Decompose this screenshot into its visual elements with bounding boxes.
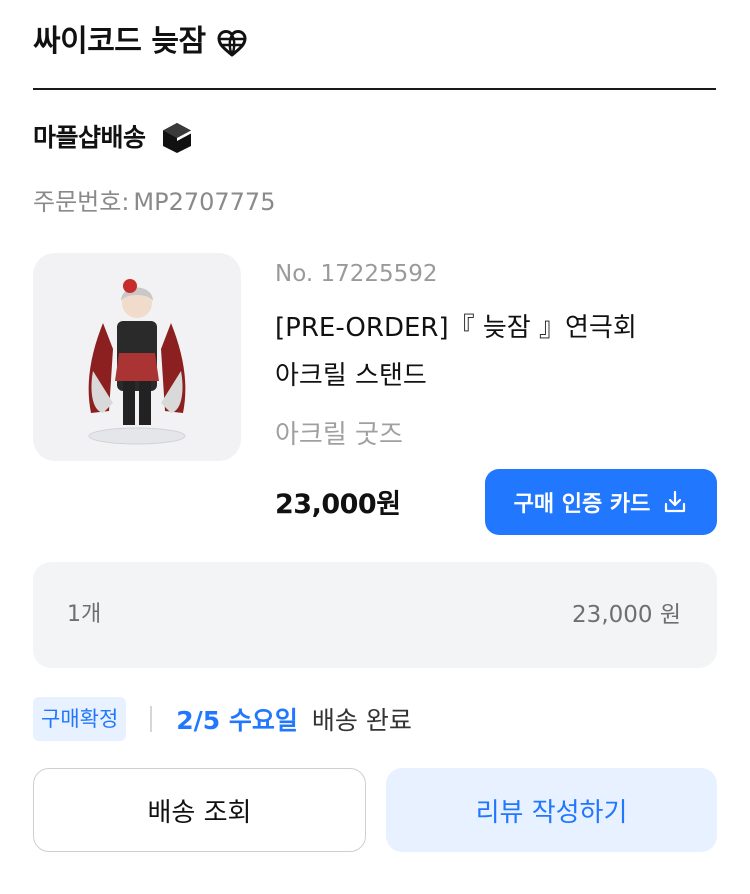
status-badge: 구매확정 [33,697,127,741]
purchase-card-label: 구매 인증 카드 [513,492,651,517]
product-price: 23,000원 [275,489,401,520]
product-title-line1: [PRE-ORDER]『 늦잠 』연극회 [275,313,637,343]
product-title[interactable]: [PRE-ORDER]『 늦잠 』연극회 아크릴 스탠드 [275,304,695,400]
order-status-row: 구매확정 2/5 수요일 배송 완료 [33,696,412,742]
total-price: 23,000 원 [572,602,681,628]
heart-globe-icon [217,30,247,57]
acrylic-stand-image [88,279,186,445]
quantity: 1개 [67,602,102,627]
product-title-line2: 아크릴 스탠드 [275,361,427,391]
delivery-status: 배송 완료 [311,706,412,735]
product-category: 아크릴 굿즈 [275,420,403,450]
shipping-row: 마플샵배송 [33,118,194,158]
shop-header: 싸이코드 늦잠 [33,20,716,90]
status-divider [150,706,153,732]
product-thumbnail[interactable] [33,253,241,461]
order-number-label: 주문번호: [33,188,130,216]
delivery-date: 2/5 수요일 [176,706,298,735]
shipping-title: 마플샵배송 [33,123,146,152]
track-shipping-button[interactable]: 배송 조회 [33,768,366,852]
product-number: No. 17225592 [275,261,438,287]
box-icon [162,123,191,153]
shop-name[interactable]: 싸이코드 늦잠 [33,20,206,64]
purchase-card-button[interactable]: 구매 인증 카드 [485,469,717,535]
order-number-value: MP2707775 [133,188,276,216]
order-summary-box: 1개 23,000 원 [33,562,717,668]
write-review-button[interactable]: 리뷰 작성하기 [386,768,717,852]
download-icon [665,490,686,513]
order-number: 주문번호: MP2707775 [33,182,275,222]
